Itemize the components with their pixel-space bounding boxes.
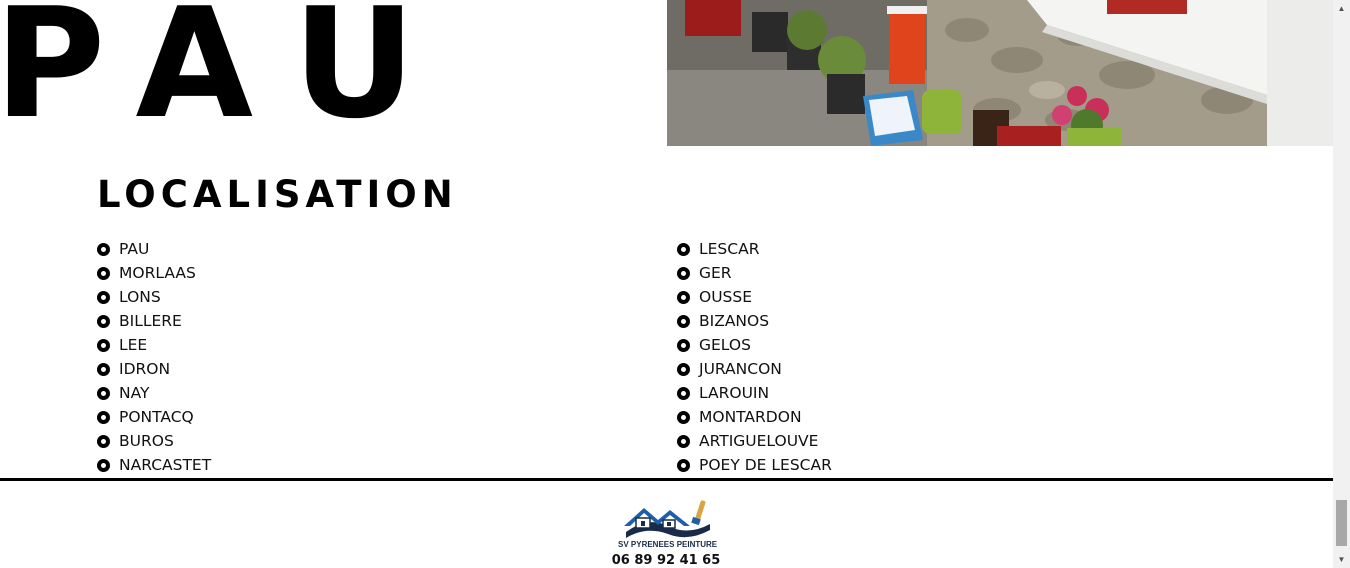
location-name: ARTIGUELOUVE <box>699 432 819 450</box>
scroll-down-arrow-icon[interactable]: ▼ <box>1333 551 1350 568</box>
page: PAU LOCALISATION PAU MORLAAS LONS BILLER… <box>0 0 1333 568</box>
location-name: MORLAAS <box>119 264 196 282</box>
hero-photo <box>667 0 1333 146</box>
location-name: LONS <box>119 288 161 306</box>
location-name: BUROS <box>119 432 174 450</box>
location-name: NARCASTET <box>119 456 212 474</box>
location-name: PAU <box>119 240 150 258</box>
location-name: JURANCON <box>699 360 782 378</box>
location-item: PAU <box>97 237 211 261</box>
location-item: GER <box>677 261 832 285</box>
location-item: BIZANOS <box>677 309 832 333</box>
bullet-circle-icon <box>677 362 690 376</box>
bullet-circle-icon <box>677 314 690 328</box>
location-item: OUSSE <box>677 285 832 309</box>
location-item: PONTACQ <box>97 405 211 429</box>
bullet-circle-icon <box>677 386 690 400</box>
scroll-up-arrow-icon[interactable]: ▲ <box>1333 0 1350 17</box>
bullet-circle-icon <box>97 410 110 424</box>
bullet-circle-icon <box>677 434 690 448</box>
bullet-circle-icon <box>677 242 690 256</box>
bullet-circle-icon <box>97 338 110 352</box>
vertical-scrollbar[interactable]: ▲ ▼ <box>1333 0 1350 568</box>
location-name: PONTACQ <box>119 408 194 426</box>
bullet-circle-icon <box>677 458 690 472</box>
location-item: BILLERE <box>97 309 211 333</box>
bullet-circle-icon <box>97 458 110 472</box>
location-name: OUSSE <box>699 288 753 306</box>
location-name: BIZANOS <box>699 312 770 330</box>
location-name: LEE <box>119 336 148 354</box>
location-item: GELOS <box>677 333 832 357</box>
phone-number[interactable]: 06 89 92 41 65 <box>566 553 766 568</box>
house-roof-logo-icon <box>624 500 710 538</box>
bullet-circle-icon <box>677 410 690 424</box>
bullet-circle-icon <box>97 386 110 400</box>
section-title-localisation: LOCALISATION <box>97 173 458 216</box>
location-name: MONTARDON <box>699 408 802 426</box>
bullet-circle-icon <box>97 362 110 376</box>
location-name: POEY DE LESCAR <box>699 456 832 474</box>
logo-company-name: SV PYRENEES PEINTURE <box>618 540 718 549</box>
company-logo[interactable]: SV PYRENEES PEINTURE <box>618 496 718 556</box>
bullet-circle-icon <box>677 290 690 304</box>
location-name: LAROUIN <box>699 384 770 402</box>
location-item: ARTIGUELOUVE <box>677 429 832 453</box>
bullet-circle-icon <box>97 242 110 256</box>
hero-title: PAU <box>0 0 460 152</box>
location-item: NARCASTET <box>97 453 211 477</box>
location-name: BILLERE <box>119 312 182 330</box>
location-item: LEE <box>97 333 211 357</box>
location-name: LESCAR <box>699 240 760 258</box>
location-item: JURANCON <box>677 357 832 381</box>
bullet-circle-icon <box>677 266 690 280</box>
location-item: BUROS <box>97 429 211 453</box>
location-item: IDRON <box>97 357 211 381</box>
location-name: IDRON <box>119 360 171 378</box>
hero-photo-illustration <box>667 0 1333 146</box>
bullet-circle-icon <box>97 290 110 304</box>
scrollbar-thumb[interactable] <box>1336 500 1347 546</box>
location-item: NAY <box>97 381 211 405</box>
location-item: LONS <box>97 285 211 309</box>
location-list-column-1: PAU MORLAAS LONS BILLERE LEE IDRON NAY P… <box>97 237 211 477</box>
location-list-column-2: LESCAR GER OUSSE BIZANOS GELOS JURANCON … <box>677 237 832 477</box>
bullet-circle-icon <box>97 314 110 328</box>
location-item: MORLAAS <box>97 261 211 285</box>
location-item: LAROUIN <box>677 381 832 405</box>
footer: SV PYRENEES PEINTURE 06 89 92 41 65 <box>0 481 1333 568</box>
location-name: GER <box>699 264 732 282</box>
bullet-circle-icon <box>97 434 110 448</box>
location-item: MONTARDON <box>677 405 832 429</box>
bullet-circle-icon <box>97 266 110 280</box>
location-name: NAY <box>119 384 150 402</box>
bullet-circle-icon <box>677 338 690 352</box>
location-item: POEY DE LESCAR <box>677 453 832 477</box>
location-name: GELOS <box>699 336 751 354</box>
location-item: LESCAR <box>677 237 832 261</box>
